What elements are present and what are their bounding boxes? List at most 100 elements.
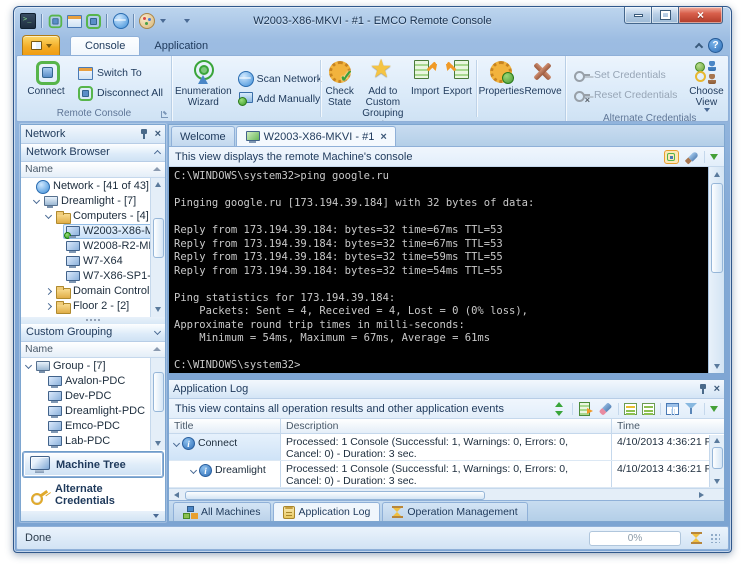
tree-item-selected[interactable]: W2003-X86-M...	[21, 224, 150, 239]
panel-options-icon[interactable]	[153, 514, 159, 518]
remote-console-view[interactable]: C:\WINDOWS\system32>ping google.ru Pingi…	[169, 167, 724, 373]
scroll-right-icon[interactable]	[695, 489, 708, 500]
close-button[interactable]: ×	[679, 7, 723, 24]
scroll-down-icon[interactable]	[714, 479, 720, 484]
clear-log-icon[interactable]	[595, 398, 616, 419]
switch-to-button[interactable]: Switch To	[74, 64, 166, 81]
qat-dropdown-icon[interactable]	[160, 19, 166, 23]
tree-item[interactable]: Emco-PDC	[21, 419, 150, 434]
expander-icon[interactable]	[173, 440, 180, 447]
qat-color-scheme-icon[interactable]	[139, 13, 155, 29]
custom-grouping-column-header[interactable]: Name	[21, 342, 165, 358]
qat-switch-to-icon[interactable]	[66, 13, 82, 28]
add-to-custom-grouping-button[interactable]: Add to Custom Grouping	[357, 58, 409, 119]
qat-disconnect-icon[interactable]	[85, 13, 101, 28]
scrollbar-thumb[interactable]	[153, 372, 164, 412]
pin-icon[interactable]	[139, 128, 149, 140]
scrollbar-thumb[interactable]	[185, 491, 485, 500]
scrollbar-thumb[interactable]	[153, 218, 164, 258]
application-menu-button[interactable]	[22, 35, 60, 55]
expander-icon[interactable]	[44, 303, 51, 310]
pin-icon[interactable]	[698, 383, 708, 395]
reset-credentials-button[interactable]: × Reset Credentials	[571, 87, 680, 104]
close-icon[interactable]: ×	[714, 384, 720, 394]
options-dropdown-icon[interactable]	[710, 154, 718, 160]
tab-console[interactable]: Console	[70, 36, 140, 55]
export-button[interactable]: Export	[441, 58, 473, 119]
scroll-up-icon[interactable]	[714, 172, 720, 177]
tree-item[interactable]: Network - [41 of 43]	[21, 179, 150, 194]
tree-item[interactable]: Dreamlight-PDC	[21, 404, 150, 419]
expander-icon[interactable]	[190, 467, 197, 474]
log-row[interactable]: i Connect Processed: 1 Console (Successf…	[169, 434, 724, 461]
scroll-down-icon[interactable]	[152, 304, 164, 316]
network-browser-header[interactable]: Network Browser	[21, 144, 165, 162]
connect-button[interactable]: Connect	[20, 58, 72, 107]
machine-tree-button[interactable]: Machine Tree	[23, 452, 163, 477]
scan-network-button[interactable]: Scan Network	[234, 70, 316, 87]
dialog-launcher-icon[interactable]	[161, 111, 168, 118]
tree-item[interactable]: Domain Controller...	[21, 284, 150, 299]
tree-item[interactable]: Lab-PDC	[21, 434, 150, 449]
alternate-credentials-button[interactable]: Alternate Credentials	[23, 481, 163, 509]
choose-view-button[interactable]: Choose View	[682, 58, 729, 112]
column-title[interactable]: Title	[169, 419, 281, 433]
add-manually-button[interactable]: Add Manually	[234, 90, 316, 107]
detail-view-icon[interactable]	[642, 403, 655, 415]
network-browser-column-header[interactable]: Name	[21, 162, 165, 178]
column-description[interactable]: Description	[281, 419, 612, 433]
custom-grouping-header[interactable]: Custom Grouping	[21, 324, 165, 342]
close-tab-icon[interactable]: ×	[380, 132, 386, 142]
terminal[interactable]: C:\WINDOWS\system32>ping google.ru Pingi…	[169, 167, 708, 373]
scrollbar-vertical[interactable]	[150, 358, 165, 451]
tree-item[interactable]: Dev-PDC	[21, 389, 150, 404]
import-button[interactable]: Import	[409, 58, 441, 119]
tab-application-log[interactable]: Application Log	[273, 502, 381, 521]
options-dropdown-icon[interactable]	[710, 406, 718, 412]
tree-item[interactable]: Computers - [4]	[21, 209, 150, 224]
resize-grip[interactable]	[710, 533, 720, 543]
panel-splitter[interactable]	[21, 317, 165, 324]
export-log-icon[interactable]	[578, 402, 593, 416]
close-icon[interactable]: ×	[155, 129, 161, 139]
table-view-icon[interactable]	[666, 403, 679, 415]
tree-item[interactable]: Dreamlight - [7]	[21, 194, 150, 209]
autoscroll-icon[interactable]	[552, 402, 567, 416]
expander-icon[interactable]	[32, 197, 39, 204]
list-view-icon[interactable]	[624, 403, 637, 415]
remove-button[interactable]: Remove	[524, 58, 562, 119]
qat-enumeration-icon[interactable]	[112, 13, 128, 28]
disconnect-all-button[interactable]: Disconnect All	[74, 84, 166, 101]
set-credentials-button[interactable]: Set Credentials	[571, 67, 680, 84]
tree-item[interactable]: Floor 2 - [2]	[21, 299, 150, 314]
tab-application[interactable]: Application	[140, 37, 222, 55]
help-button[interactable]: ?	[708, 38, 723, 53]
reconnect-icon[interactable]	[664, 150, 679, 164]
scrollbar-thumb[interactable]	[711, 183, 723, 273]
log-row[interactable]: i Dreamlight Processed: 1 Console (Succe…	[169, 461, 724, 488]
properties-button[interactable]: Properties	[479, 58, 525, 119]
tree-item[interactable]: Avalon-PDC	[21, 374, 150, 389]
filter-icon[interactable]	[684, 402, 699, 416]
tree-item[interactable]: W2008-R2-MKIV	[21, 239, 150, 254]
scrollbar-horizontal[interactable]	[169, 488, 724, 500]
scrollbar-vertical[interactable]	[709, 435, 724, 487]
collapse-ribbon-button[interactable]	[690, 37, 708, 53]
scroll-down-icon[interactable]	[152, 437, 164, 449]
qat-customize-icon[interactable]	[184, 19, 190, 23]
column-time[interactable]: Time	[612, 419, 724, 433]
tree-item[interactable]: W7-X64	[21, 254, 150, 269]
qat-connect-icon[interactable]	[48, 14, 62, 28]
tab-welcome[interactable]: Welcome	[171, 126, 235, 146]
maximize-button[interactable]	[652, 7, 679, 24]
tab-operation-management[interactable]: Operation Management	[382, 502, 527, 521]
tree-item[interactable]: W7-X86-SP1-...	[21, 269, 150, 284]
check-state-button[interactable]: Check State	[323, 58, 357, 119]
expander-icon[interactable]	[44, 288, 51, 295]
minimize-button[interactable]	[624, 7, 652, 24]
tab-all-machines[interactable]: All Machines	[173, 502, 271, 521]
scrollbar-vertical[interactable]	[150, 178, 165, 317]
scroll-left-icon[interactable]	[170, 489, 183, 500]
edit-icon[interactable]	[681, 146, 702, 167]
scrollbar-thumb[interactable]	[712, 447, 723, 469]
